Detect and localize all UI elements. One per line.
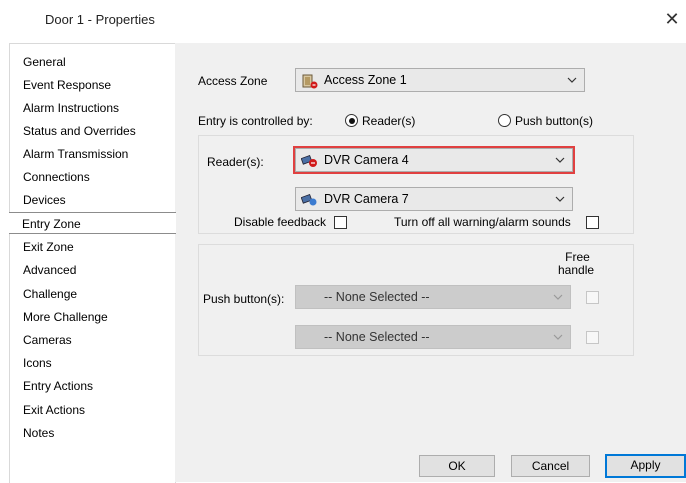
free-handle-checkbox-primary[interactable] (586, 291, 599, 304)
push-button-secondary-select[interactable]: -- None Selected -- (295, 325, 571, 349)
chevron-down-icon (555, 157, 565, 163)
sidebar-item-advanced[interactable]: Advanced (10, 259, 175, 281)
turn-off-sounds-checkbox[interactable] (586, 216, 599, 229)
title-bar: Door 1 - Properties ✕ (0, 0, 686, 40)
close-icon[interactable]: ✕ (662, 8, 682, 30)
access-zone-value: Access Zone 1 (324, 73, 407, 87)
chevron-down-icon (555, 196, 565, 202)
access-zone-select[interactable]: Access Zone 1 (295, 68, 585, 92)
disable-feedback-label: Disable feedback (234, 215, 327, 229)
sidebar-item-connections[interactable]: Connections (10, 166, 175, 188)
push-button-radio[interactable] (498, 114, 511, 127)
push-buttons-label: Push button(s): (203, 292, 285, 306)
free-handle-checkbox-secondary[interactable] (586, 331, 599, 344)
sidebar-nav: General Event Response Alarm Instruction… (9, 43, 176, 483)
turn-off-sounds-label: Turn off all warning/alarm sounds (394, 215, 571, 229)
window-title: Door 1 - Properties (45, 12, 155, 27)
chevron-down-icon (553, 334, 563, 340)
reader-radio-label[interactable]: Reader(s) (362, 114, 415, 128)
sidebar-item-entry-zone[interactable]: Entry Zone (9, 212, 176, 234)
access-zone-label: Access Zone (198, 74, 268, 88)
sidebar-item-exit-actions[interactable]: Exit Actions (10, 399, 175, 421)
reader-secondary-select[interactable]: DVR Camera 7 (295, 187, 573, 211)
reader-secondary-value: DVR Camera 7 (324, 192, 409, 206)
sidebar-item-cameras[interactable]: Cameras (10, 329, 175, 351)
sidebar-item-devices[interactable]: Devices (10, 189, 175, 211)
readers-label: Reader(s): (207, 155, 264, 169)
push-button-primary-value: -- None Selected -- (324, 290, 430, 304)
sidebar-item-alarm-instructions[interactable]: Alarm Instructions (10, 97, 175, 119)
reader-primary-select[interactable]: DVR Camera 4 (293, 146, 575, 174)
sidebar-item-exit-zone[interactable]: Exit Zone (10, 236, 175, 258)
sidebar-item-icons[interactable]: Icons (10, 352, 175, 374)
push-button-primary-select[interactable]: -- None Selected -- (295, 285, 571, 309)
push-button-secondary-value: -- None Selected -- (324, 330, 430, 344)
entry-zone-panel: Access Zone Access Zone 1 Entry is contr… (175, 43, 686, 482)
camera-alarm-icon (301, 154, 317, 167)
reader-primary-value: DVR Camera 4 (324, 153, 409, 167)
disable-feedback-checkbox[interactable] (334, 216, 347, 229)
chevron-down-icon (567, 77, 577, 83)
camera-icon (301, 193, 317, 206)
sidebar-item-alarm-transmission[interactable]: Alarm Transmission (10, 143, 175, 165)
sidebar-item-entry-actions[interactable]: Entry Actions (10, 375, 175, 397)
free-handle-label: Free handle (558, 250, 595, 277)
access-zone-icon (302, 74, 318, 89)
apply-button[interactable]: Apply (605, 454, 686, 478)
sidebar-item-notes[interactable]: Notes (10, 422, 175, 444)
reader-radio[interactable] (345, 114, 358, 127)
sidebar-item-more-challenge[interactable]: More Challenge (10, 306, 175, 328)
cancel-button[interactable]: Cancel (511, 455, 590, 477)
entry-controlled-label: Entry is controlled by: (198, 114, 313, 128)
push-button-radio-label[interactable]: Push button(s) (515, 114, 593, 128)
sidebar-item-general[interactable]: General (10, 51, 175, 73)
sidebar-item-status-and-overrides[interactable]: Status and Overrides (10, 120, 175, 142)
ok-button[interactable]: OK (419, 455, 495, 477)
sidebar-item-event-response[interactable]: Event Response (10, 74, 175, 96)
sidebar-item-challenge[interactable]: Challenge (10, 283, 175, 305)
chevron-down-icon (553, 294, 563, 300)
